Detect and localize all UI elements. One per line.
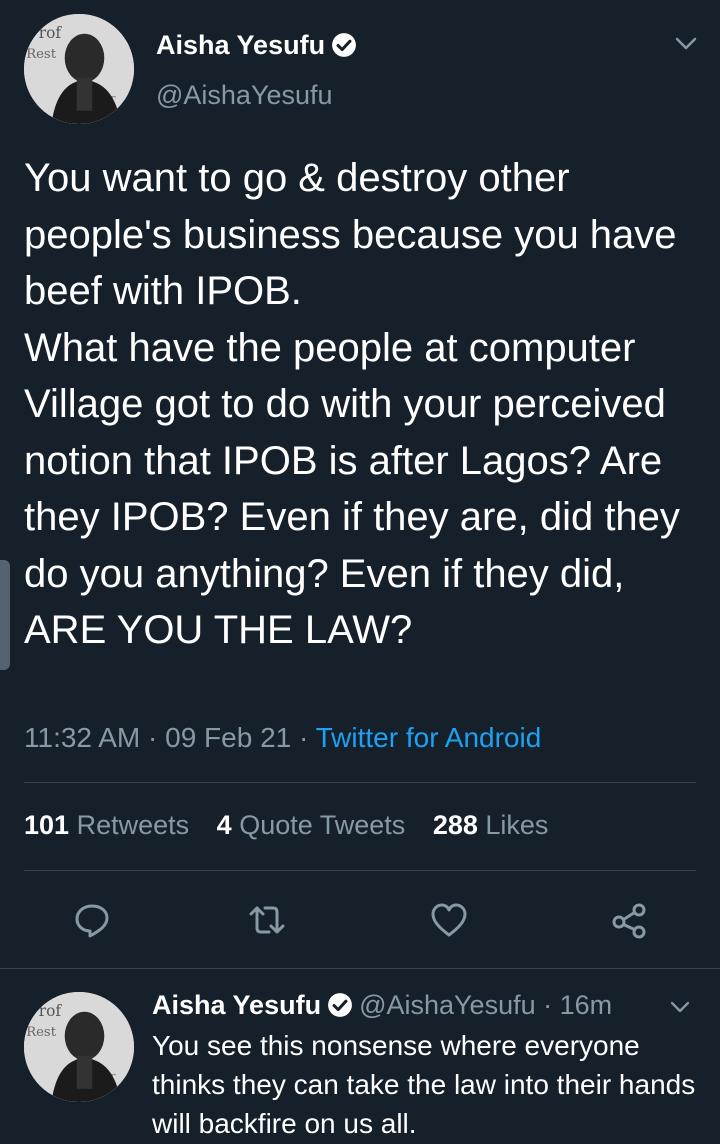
avatar[interactable]: Prof Rest For <box>24 14 134 124</box>
author-name[interactable]: Aisha Yesufu <box>156 30 357 61</box>
reply-separator: · <box>535 990 560 1020</box>
retweet-button[interactable] <box>247 900 287 940</box>
tweet-source-link[interactable]: Twitter for Android <box>316 722 542 753</box>
quote-tweets-stat[interactable]: 4 Quote Tweets <box>217 810 406 840</box>
reply-time: 16m <box>559 990 613 1020</box>
divider <box>24 870 696 871</box>
likes-stat[interactable]: 288 Likes <box>433 810 549 840</box>
divider <box>24 782 696 783</box>
likes-count: 288 <box>432 810 478 840</box>
meta-separator: · <box>291 722 316 753</box>
likes-label: Likes <box>485 810 549 840</box>
reply-icon <box>75 904 109 938</box>
svg-text:Rest: Rest <box>26 47 57 62</box>
reply-text: You see this nonsense where everyone thi… <box>152 1030 696 1139</box>
tweet-stats: 101 Retweets 4 Quote Tweets 288 Likes <box>24 810 568 841</box>
divider <box>0 968 720 969</box>
retweet-icon <box>249 906 285 934</box>
verified-badge-icon <box>332 33 356 57</box>
tweet-meta: 11:32 AM · 09 Feb 21 · Twitter for Andro… <box>24 722 541 754</box>
retweets-stat[interactable]: 101 Retweets <box>24 810 189 840</box>
avatar-image: Prof Rest For <box>24 992 134 1102</box>
tweet-time: 11:32 AM <box>24 722 141 753</box>
like-button[interactable] <box>429 900 469 940</box>
svg-text:Prof: Prof <box>28 1002 62 1020</box>
share-button[interactable] <box>609 900 649 940</box>
side-drawer-handle[interactable] <box>0 560 10 670</box>
author-name-text: Aisha Yesufu <box>156 30 326 60</box>
avatar-image: Prof Rest For <box>24 14 134 124</box>
reply-author-handle[interactable]: @AishaYesufu <box>359 990 536 1020</box>
reply-header: Aisha Yesufu @AishaYesufu · 16m <box>152 990 612 1021</box>
verified-badge-icon <box>328 993 352 1017</box>
share-icon <box>612 903 646 939</box>
reply-button[interactable] <box>72 900 112 940</box>
quotes-count: 4 <box>216 810 232 840</box>
author-handle[interactable]: @AishaYesufu <box>156 80 333 111</box>
svg-text:Prof: Prof <box>28 24 62 42</box>
chevron-down-icon[interactable] <box>668 998 692 1016</box>
heart-icon <box>431 903 467 937</box>
tweet-date: 09 Feb 21 <box>165 722 292 753</box>
avatar[interactable]: Prof Rest For <box>24 992 134 1102</box>
retweets-label: Retweets <box>76 810 190 840</box>
retweets-count: 101 <box>24 810 70 840</box>
quotes-label: Quote Tweets <box>239 810 406 840</box>
meta-separator: · <box>140 722 166 753</box>
svg-text:Rest: Rest <box>26 1025 57 1040</box>
reply-author-name[interactable]: Aisha Yesufu <box>152 990 321 1020</box>
chevron-down-icon[interactable] <box>672 34 700 54</box>
tweet-text: You want to go & destroy other people's … <box>24 156 680 652</box>
